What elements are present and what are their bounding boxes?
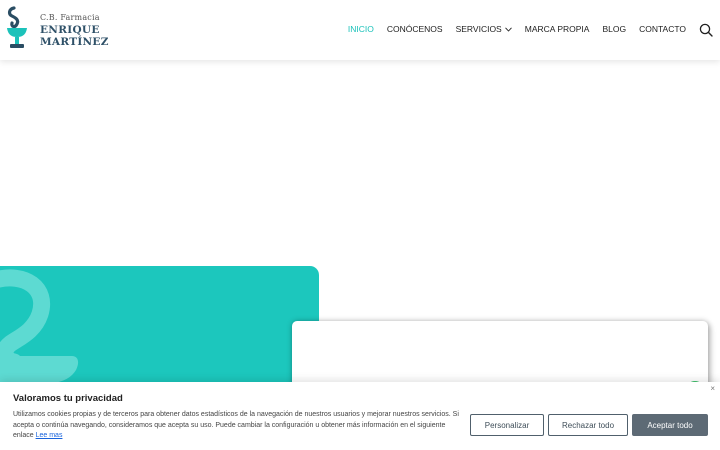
search-icon[interactable] bbox=[699, 23, 713, 37]
reject-all-button[interactable]: Rechazar todo bbox=[548, 414, 628, 436]
nav-label-inicio: INICIO bbox=[347, 24, 374, 34]
nav-label-blog: BLOG bbox=[602, 24, 627, 34]
cookie-text-body: Utilizamos cookies propias y de terceros… bbox=[13, 411, 459, 439]
cookie-description: Utilizamos cookies propias y de terceros… bbox=[13, 410, 465, 442]
customize-button[interactable]: Personalizar bbox=[470, 414, 544, 436]
nav-item-inicio[interactable]: INICIO bbox=[348, 24, 374, 34]
nav-item-marca-propia[interactable]: MARCA PROPIA bbox=[525, 24, 590, 34]
close-icon[interactable]: × bbox=[710, 384, 715, 393]
brand-logo[interactable]: C.B. Farmacia ENRIQUE MARTÍNEZ bbox=[40, 13, 109, 48]
nav-item-conocenos[interactable]: CONÓCENOS bbox=[387, 24, 443, 34]
brand-name-line2: MARTÍNEZ bbox=[40, 36, 109, 48]
nav-item-servicios[interactable]: SERVICIOS bbox=[456, 24, 512, 34]
nav-item-contacto[interactable]: CONTACTO bbox=[639, 24, 686, 34]
brand-name-line1: ENRIQUE bbox=[40, 24, 100, 36]
cookie-more-link[interactable]: Lee mas bbox=[36, 432, 63, 439]
nav-label-contacto: CONTACTO bbox=[639, 24, 686, 34]
accept-all-button[interactable]: Aceptar todo bbox=[632, 414, 708, 436]
chevron-down-icon bbox=[504, 26, 512, 32]
nav-label-conocenos: CONÓCENOS bbox=[386, 24, 443, 34]
nav-label-marca-propia: MARCA PROPIA bbox=[524, 24, 590, 34]
cookie-consent-banner: Valoramos tu privacidad Utilizamos cooki… bbox=[0, 382, 720, 450]
nav-label-servicios: SERVICIOS bbox=[455, 24, 502, 34]
bowl-of-hygieia-icon[interactable] bbox=[6, 6, 28, 50]
site-header: C.B. Farmacia ENRIQUE MARTÍNEZ INICIO CO… bbox=[0, 0, 720, 60]
cookie-title: Valoramos tu privacidad bbox=[13, 393, 123, 404]
brand-subtitle: C.B. Farmacia bbox=[40, 13, 100, 22]
nav-item-blog[interactable]: BLOG bbox=[602, 24, 626, 34]
main-nav: INICIO CONÓCENOS SERVICIOS MARCA PROPIA … bbox=[335, 24, 686, 34]
